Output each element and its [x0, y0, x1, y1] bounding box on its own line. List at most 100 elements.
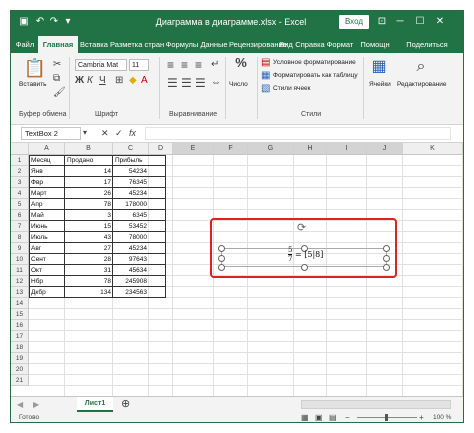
page-break-view-icon[interactable]: ▤	[329, 412, 337, 422]
row-header[interactable]: 21	[11, 375, 29, 386]
resize-handle[interactable]	[383, 245, 390, 252]
name-box[interactable]: TextBox 2	[21, 127, 81, 140]
row-header[interactable]: 4	[11, 188, 29, 199]
find-icon[interactable]: ⌕	[411, 57, 431, 77]
table-cell[interactable]: 15	[65, 221, 113, 232]
row-header[interactable]: 8	[11, 232, 29, 243]
table-cell[interactable]: 245908	[113, 276, 149, 287]
wrap-text-icon[interactable]: ↵	[211, 59, 219, 71]
table-cell[interactable]: 45234	[113, 243, 149, 254]
table-cell[interactable]: 178000	[113, 199, 149, 210]
column-header[interactable]: F	[214, 143, 248, 155]
insert-function-icon[interactable]: fx	[129, 127, 136, 139]
rotate-handle-icon[interactable]: ⟳	[297, 221, 306, 234]
table-cell[interactable]: 76345	[113, 177, 149, 188]
horizontal-scrollbar[interactable]	[301, 400, 451, 409]
scroll-right-icon[interactable]: ▶	[33, 399, 39, 411]
row-header[interactable]: 12	[11, 276, 29, 287]
column-header[interactable]: B	[65, 143, 113, 155]
cell-styles-button[interactable]: Стили ячеек	[273, 85, 311, 92]
row-header[interactable]: 14	[11, 298, 29, 309]
table-cell[interactable]: Янв	[29, 166, 65, 177]
row-header[interactable]: 1	[11, 155, 29, 166]
table-cell[interactable]: 28	[65, 254, 113, 265]
format-as-table-button[interactable]: Форматировать как таблицу	[273, 72, 358, 79]
table-cell[interactable]: 97643	[113, 254, 149, 265]
align-right-icon[interactable]: ☰	[195, 77, 206, 89]
zoom-out-icon[interactable]: −	[345, 412, 350, 422]
editing-button[interactable]: Редактирование	[397, 81, 447, 88]
zoom-in-icon[interactable]: +	[419, 412, 424, 422]
add-sheet-icon[interactable]: ⊕	[121, 398, 130, 410]
font-name-select[interactable]: Cambria Mat	[75, 59, 127, 71]
select-all-corner[interactable]	[11, 143, 29, 155]
tab-formulas[interactable]: Формулы	[165, 36, 199, 53]
row-header[interactable]: 6	[11, 210, 29, 221]
table-cell[interactable]: 78000	[113, 232, 149, 243]
table-cell[interactable]: Фвр	[29, 177, 65, 188]
row-header[interactable]: 7	[11, 221, 29, 232]
tab-review[interactable]: Рецензирование	[229, 36, 287, 53]
table-cell[interactable]: 45634	[113, 265, 149, 276]
tab-page-layout[interactable]: Разметка стран	[110, 36, 164, 53]
row-header[interactable]: 18	[11, 342, 29, 353]
table-cell[interactable]: 54234	[113, 166, 149, 177]
column-header[interactable]: I	[327, 143, 367, 155]
align-left-icon[interactable]: ☰	[167, 77, 178, 89]
row-header[interactable]: 10	[11, 254, 29, 265]
conditional-format-button[interactable]: Условное форматирование	[273, 59, 356, 66]
borders-icon[interactable]: ⊞	[115, 75, 123, 87]
resize-handle[interactable]	[301, 264, 308, 271]
maximize-icon[interactable]: ☐	[411, 11, 429, 33]
table-header-cell[interactable]: Прибыль	[113, 155, 149, 166]
fill-color-icon[interactable]: ◆	[129, 75, 137, 87]
merge-icon[interactable]: ⇔	[211, 77, 221, 89]
table-cell[interactable]: Сент	[29, 254, 65, 265]
align-center-icon[interactable]: ☰	[181, 77, 192, 89]
enter-icon[interactable]: ✓	[115, 127, 123, 139]
column-header[interactable]: A	[29, 143, 65, 155]
sheet-tab[interactable]: Лист1	[77, 397, 113, 412]
table-cell[interactable]: 17	[65, 177, 113, 188]
paste-button[interactable]: Вставить	[19, 81, 47, 88]
number-format-icon[interactable]: %	[233, 56, 249, 69]
redo-icon[interactable]: ↷	[47, 15, 61, 29]
format-table-icon[interactable]: ▦	[261, 70, 270, 82]
row-header[interactable]: 11	[11, 265, 29, 276]
equation[interactable]: 5 7 = [5|8]	[288, 246, 323, 263]
tab-insert[interactable]: Вставка	[79, 36, 109, 53]
table-cell[interactable]: 26	[65, 188, 113, 199]
table-cell[interactable]: Июнь	[29, 221, 65, 232]
row-header[interactable]: 5	[11, 199, 29, 210]
customize-qat-icon[interactable]: ▾	[61, 15, 75, 29]
table-cell[interactable]: 78	[65, 199, 113, 210]
resize-handle[interactable]	[383, 264, 390, 271]
tab-help[interactable]: Справка	[295, 36, 325, 53]
table-cell[interactable]: Июль	[29, 232, 65, 243]
row-header[interactable]: 13	[11, 287, 29, 298]
spreadsheet-grid[interactable]: A B C D E F G H I J K 1 2 3 4 5 6 7 8 9 10 11 12 13 14 15 16 17 18 19…	[11, 143, 463, 396]
normal-view-icon[interactable]: ▦	[301, 412, 309, 422]
cells-icon[interactable]: ▦	[369, 57, 389, 77]
resize-handle[interactable]	[383, 255, 390, 262]
cell-styles-icon[interactable]: ▧	[261, 83, 270, 95]
cells-button[interactable]: Ячейки	[369, 81, 391, 88]
table-cell[interactable]: 78	[65, 276, 113, 287]
table-cell[interactable]: Дкбр	[29, 287, 65, 298]
formula-input[interactable]	[145, 127, 451, 140]
row-header[interactable]: 3	[11, 177, 29, 188]
row-header[interactable]: 2	[11, 166, 29, 177]
table-cell[interactable]: 45234	[113, 188, 149, 199]
save-icon[interactable]: ▣	[17, 15, 31, 29]
name-box-dropdown-icon[interactable]: ▾	[83, 127, 87, 139]
paste-icon[interactable]: 📋	[23, 57, 47, 79]
bold-icon[interactable]: Ж	[75, 75, 84, 87]
table-cell[interactable]: 43	[65, 232, 113, 243]
zoom-level[interactable]: 100 %	[433, 412, 451, 422]
page-layout-view-icon[interactable]: ▣	[315, 412, 323, 422]
align-bottom-icon[interactable]: ≡	[195, 59, 202, 71]
row-header[interactable]: 20	[11, 364, 29, 375]
table-cell[interactable]: 14	[65, 166, 113, 177]
italic-icon[interactable]: К	[87, 75, 93, 87]
column-header[interactable]: H	[294, 143, 327, 155]
